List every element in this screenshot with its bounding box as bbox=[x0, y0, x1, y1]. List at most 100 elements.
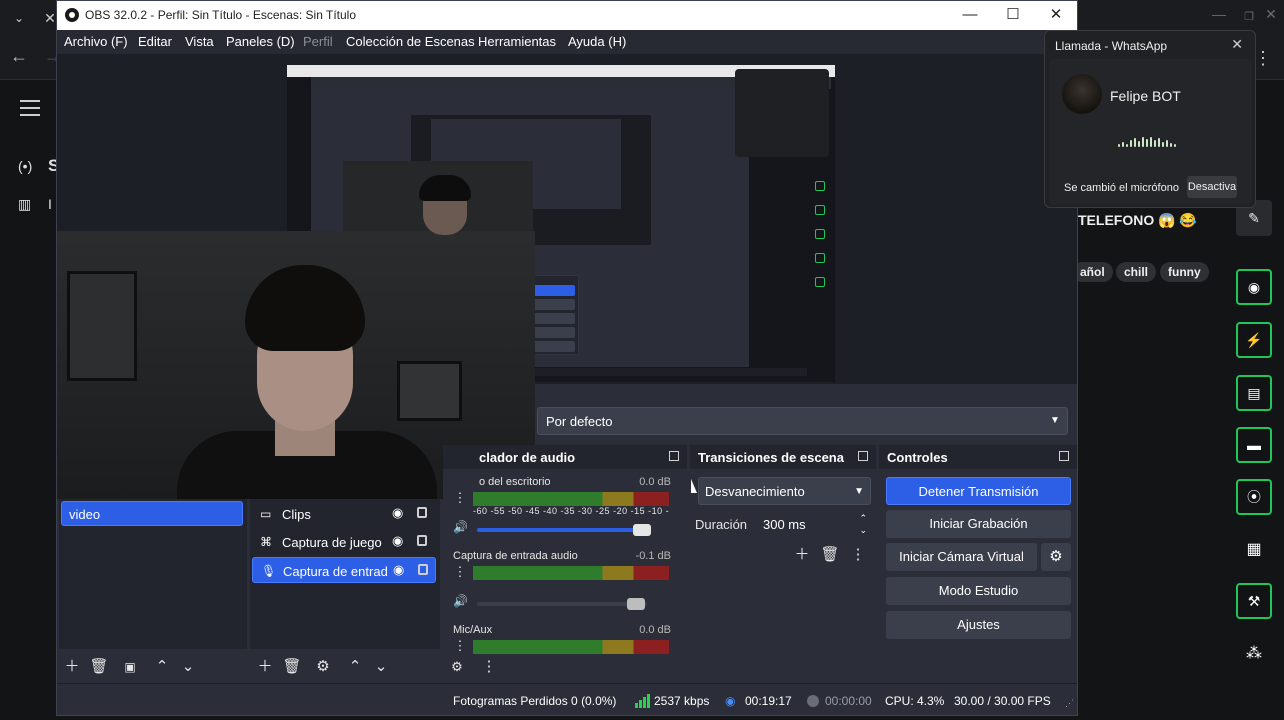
source-item[interactable]: ⌘ Captura de juego ◉ bbox=[252, 529, 436, 555]
obs-window: OBS 32.0.2 - Perfil: Sin Título - Escena… bbox=[56, 0, 1078, 716]
menu-ayuda[interactable]: Ayuda (H) bbox=[568, 34, 626, 49]
spin-up-icon[interactable]: ⌃ bbox=[859, 513, 867, 524]
scene-list: video bbox=[59, 499, 247, 649]
add-transition-icon[interactable]: ＋ bbox=[792, 545, 812, 565]
lock-icon[interactable] bbox=[417, 507, 427, 518]
volume-slider-handle[interactable] bbox=[633, 524, 651, 536]
menu-coleccion-escenas[interactable]: Colección de Escenas bbox=[346, 34, 475, 49]
kebab-menu-icon[interactable]: ⋮ bbox=[453, 564, 467, 582]
tab-list-chevron-icon[interactable]: ⌄ bbox=[8, 8, 30, 28]
resize-grip-icon[interactable]: ⋰ bbox=[1065, 698, 1074, 709]
add-source-icon[interactable]: ＋ bbox=[255, 657, 275, 677]
device-select-value: Por defecto bbox=[546, 414, 613, 429]
kebab-menu-icon[interactable]: ⋮ bbox=[453, 638, 467, 654]
broadcast-side-icon[interactable]: ⦿ bbox=[1236, 479, 1272, 515]
volume-slider[interactable] bbox=[477, 598, 647, 610]
volume-slider[interactable] bbox=[477, 524, 651, 536]
move-down-icon[interactable]: ⌄ bbox=[178, 657, 198, 677]
eye-icon[interactable]: ◉ bbox=[393, 562, 404, 578]
mixer-menu-icon[interactable]: ⋮ bbox=[479, 657, 499, 677]
avatar bbox=[1062, 74, 1102, 114]
lock-icon[interactable] bbox=[417, 535, 427, 546]
menu-herramientas[interactable]: Herramientas bbox=[478, 34, 556, 49]
stream-tag[interactable]: añol bbox=[1072, 262, 1113, 282]
wall-picture bbox=[397, 361, 462, 421]
minimize-icon[interactable]: — bbox=[955, 5, 985, 25]
menu-vista[interactable]: Vista bbox=[185, 34, 214, 49]
speaker-icon[interactable]: 🔊 bbox=[453, 594, 468, 608]
move-up-icon[interactable]: ⌃ bbox=[152, 657, 172, 677]
dashboard-nav-label-2[interactable]: I bbox=[48, 196, 52, 212]
channel-name: Captura de entrada audio bbox=[453, 550, 578, 562]
mixer-settings-icon[interactable]: ⚙ bbox=[447, 657, 467, 677]
controls-title: Controles bbox=[887, 450, 948, 465]
broadcast-icon[interactable]: (•) bbox=[18, 158, 32, 174]
chat-icon[interactable]: ▬ bbox=[1236, 427, 1272, 463]
settings-button[interactable]: Ajustes bbox=[886, 611, 1071, 639]
scene-filters-icon[interactable]: ▣ bbox=[120, 657, 140, 677]
float-dock-icon[interactable] bbox=[669, 451, 679, 461]
eye-icon[interactable]: ◉ bbox=[392, 505, 403, 521]
menu-editar[interactable]: Editar bbox=[138, 34, 172, 49]
move-up-icon[interactable]: ⌃ bbox=[345, 657, 365, 677]
back-arrow-icon[interactable]: ← bbox=[10, 46, 28, 67]
browser-menu-icon[interactable]: ⋮ bbox=[1254, 48, 1272, 69]
stop-stream-button[interactable]: Detener Transmisión bbox=[886, 477, 1071, 505]
start-recording-button[interactable]: Iniciar Grabación bbox=[886, 510, 1071, 538]
lock-icon[interactable] bbox=[418, 564, 428, 575]
wrench-icon[interactable]: ⚒ bbox=[1236, 583, 1272, 619]
speaker-icon[interactable]: 🔊 bbox=[453, 520, 468, 534]
float-dock-icon[interactable] bbox=[858, 451, 868, 461]
obs-logo-icon bbox=[65, 8, 79, 22]
gamepad-icon: ⌘ bbox=[260, 535, 272, 549]
document-icon[interactable]: ▤ bbox=[1236, 375, 1272, 411]
close-icon[interactable]: ✕ bbox=[1041, 5, 1071, 25]
lightning-icon[interactable]: ⚡ bbox=[1236, 322, 1272, 358]
camera-icon[interactable]: ◉ bbox=[1236, 269, 1272, 305]
menu-archivo[interactable]: Archivo (F) bbox=[64, 34, 128, 49]
scene-item[interactable]: video bbox=[61, 501, 243, 526]
fps: 30.00 / 30.00 FPS bbox=[954, 694, 1051, 708]
volume-slider-handle[interactable] bbox=[627, 598, 645, 610]
source-properties-icon[interactable]: ⚙ bbox=[313, 657, 333, 677]
eye-icon[interactable]: ◉ bbox=[392, 533, 403, 549]
move-down-icon[interactable]: ⌄ bbox=[371, 657, 391, 677]
stream-tag[interactable]: funny bbox=[1160, 262, 1209, 282]
transition-menu-icon[interactable]: ⋮ bbox=[848, 545, 868, 565]
duration-spinbox[interactable]: 300 ms ⌃ ⌄ bbox=[757, 511, 871, 539]
studio-mode-button[interactable]: Modo Estudio bbox=[886, 577, 1071, 605]
transitions-header: Transiciones de escena bbox=[690, 445, 876, 469]
source-list: ▭ Clips ◉ ⌘ Captura de juego ◉ 🎙 Captura… bbox=[250, 499, 440, 649]
device-select[interactable]: Por defecto ▼ bbox=[537, 407, 1068, 435]
float-dock-icon[interactable] bbox=[1059, 451, 1069, 461]
channel-db: 0.0 dB bbox=[639, 624, 671, 636]
browser-close-icon[interactable]: ✕ bbox=[1256, 6, 1284, 23]
nested-side-icon bbox=[815, 277, 825, 287]
browser-minimize-icon[interactable]: — bbox=[1204, 6, 1234, 22]
remove-transition-icon[interactable]: 🗑 bbox=[820, 545, 840, 565]
remove-scene-icon[interactable]: 🗑 bbox=[89, 657, 109, 677]
source-label: Captura de entrad bbox=[283, 564, 388, 579]
source-item[interactable]: ▭ Clips ◉ bbox=[252, 501, 436, 527]
deactivate-button[interactable]: Desactiva bbox=[1187, 176, 1237, 198]
channel-db: 0.0 dB bbox=[639, 476, 671, 488]
nested-side-icon bbox=[815, 253, 825, 263]
add-scene-icon[interactable]: ＋ bbox=[62, 657, 82, 677]
hamburger-menu-icon[interactable] bbox=[20, 100, 40, 116]
stream-tag[interactable]: chill bbox=[1116, 262, 1157, 282]
analytics-icon[interactable]: ▥ bbox=[18, 196, 31, 213]
virtual-camera-settings-gear-icon[interactable]: ⚙ bbox=[1041, 543, 1071, 571]
spin-down-icon[interactable]: ⌄ bbox=[859, 525, 867, 536]
maximize-icon[interactable]: ☐ bbox=[998, 5, 1028, 25]
share-icon[interactable]: ⁂ bbox=[1240, 640, 1268, 668]
source-item-selected[interactable]: 🎙 Captura de entrad ◉ bbox=[252, 557, 436, 583]
virtual-camera-button[interactable]: Iniciar Cámara Virtual bbox=[886, 543, 1037, 571]
transition-select[interactable]: Desvanecimiento ▼ bbox=[698, 477, 871, 505]
mixer-channel: o del escritorio 0.0 dB ⋮ -60 -55 -50 -4… bbox=[453, 476, 671, 546]
menu-paneles[interactable]: Paneles (D) bbox=[226, 34, 295, 49]
kebab-menu-icon[interactable]: ⋮ bbox=[453, 490, 467, 508]
transition-select-value: Desvanecimiento bbox=[705, 484, 805, 499]
layout-icon[interactable]: ▦ bbox=[1240, 536, 1268, 564]
remove-source-icon[interactable]: 🗑 bbox=[282, 657, 302, 677]
close-icon[interactable]: ✕ bbox=[1231, 36, 1243, 53]
